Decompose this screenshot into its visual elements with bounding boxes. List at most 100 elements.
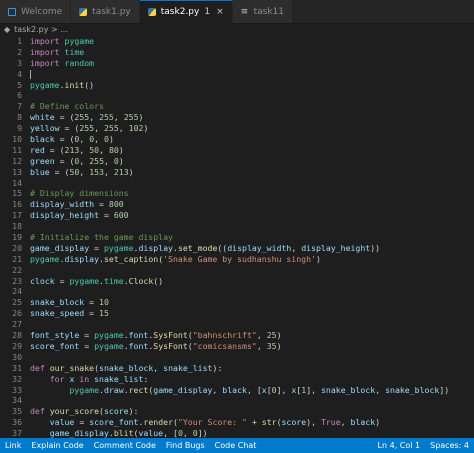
problem-count-badge: 1 (204, 7, 211, 17)
code-line[interactable]: 16 display_width = 800 (0, 199, 474, 210)
line-number: 2 (17, 46, 22, 57)
line-number: 9 (17, 123, 22, 134)
code-line[interactable]: 30 (0, 352, 474, 363)
line-number: 27 (12, 319, 22, 330)
code-line[interactable]: 1 import pygame (0, 36, 474, 47)
code-line[interactable]: 13 blue = (50, 153, 213) (0, 167, 474, 178)
line-number: 12 (12, 155, 22, 166)
code-text: score_font = pygame.font.SysFont("comics… (30, 340, 282, 351)
line-number: 4 (17, 68, 22, 79)
code-line[interactable]: 9 yellow = (255, 255, 102) (0, 123, 474, 134)
code-line[interactable]: 25 snake_block = 10 (0, 297, 474, 308)
code-line[interactable]: 31 def our_snake(snake_block, snake_list)… (0, 363, 474, 374)
close-icon[interactable]: × (216, 7, 224, 17)
code-text: # Initialize the game display (30, 232, 173, 243)
line-number: 26 (12, 308, 22, 319)
comment-code-button[interactable]: Comment Code (89, 441, 161, 450)
tab-label: task2.py (160, 7, 200, 17)
code-text: game_display.blit(value, [0, 0]) (49, 428, 208, 438)
code-line[interactable]: 8 white = (255, 255, 255) (0, 112, 474, 123)
find-bugs-button[interactable]: Find Bugs (161, 441, 210, 450)
code-line[interactable]: 26 snake_speed = 15 (0, 308, 474, 319)
code-line[interactable]: 28 font_style = pygame.font.SysFont("bahn… (0, 330, 474, 341)
code-text: snake_block = 10 (30, 297, 109, 308)
code-line[interactable]: 20 game_display = pygame.display.set_mode… (0, 243, 474, 254)
line-number: 8 (17, 112, 22, 123)
code-line[interactable]: 4 (0, 69, 474, 80)
tab-bar: Welcome task1.py task2.py 1 × ≡ task11 (0, 0, 474, 24)
python-icon (79, 7, 88, 16)
tab-task1[interactable]: task1.py (71, 0, 140, 23)
cursor-position[interactable]: Ln 4, Col 1 (373, 441, 426, 450)
code-editor[interactable]: 1 import pygame 2 import time 3 import random… (0, 36, 474, 438)
code-line[interactable]: 3 import random (0, 58, 474, 69)
code-text (30, 69, 31, 80)
line-number: 10 (12, 134, 22, 145)
code-line[interactable]: 35 def your_score(score): (0, 406, 474, 417)
code-line[interactable]: 17 display_height = 600 (0, 210, 474, 221)
code-line[interactable]: 21 pygame.display.set_caption('Snake Game… (0, 254, 474, 265)
indentation-setting[interactable]: Spaces: 4 (425, 441, 474, 450)
code-text: font_style = pygame.font.SysFont("bahnsc… (30, 330, 282, 341)
code-line[interactable]: 5 pygame.init() (0, 80, 474, 91)
code-text: snake_speed = 15 (30, 308, 109, 319)
code-text: display_height = 600 (30, 210, 129, 221)
code-text: pygame.display.set_caption('Snake Game b… (30, 253, 321, 264)
line-number: 17 (12, 210, 22, 221)
code-line[interactable]: 15 # Display dimensions (0, 188, 474, 199)
code-line[interactable]: 2 import time (0, 47, 474, 58)
code-text: yellow = (255, 255, 102) (30, 123, 149, 134)
line-number: 15 (12, 188, 22, 199)
code-line[interactable]: 34 (0, 395, 474, 406)
code-line[interactable]: 33 pygame.draw.rect(game_display, black,… (0, 385, 474, 396)
line-number: 29 (12, 340, 22, 351)
code-line[interactable]: 7 # Define colors (0, 101, 474, 112)
tab-task2[interactable]: task2.py 1 × (139, 0, 233, 23)
vscode-icon (8, 7, 16, 16)
code-line[interactable]: 18 (0, 221, 474, 232)
code-text: clock = pygame.time.Clock() (30, 275, 164, 286)
code-line[interactable]: 22 (0, 265, 474, 276)
line-number: 11 (12, 144, 22, 155)
line-number: 25 (12, 297, 22, 308)
code-line[interactable]: 12 green = (0, 255, 0) (0, 156, 474, 167)
status-bar: Link Explain Code Comment Code Find Bugs… (0, 438, 474, 453)
breadcrumb[interactable]: ◆ task2.py > ... (0, 23, 474, 36)
line-number: 21 (12, 253, 22, 264)
code-line[interactable]: 24 (0, 286, 474, 297)
line-number: 31 (12, 362, 22, 373)
line-number: 35 (12, 406, 22, 417)
tab-welcome[interactable]: Welcome (0, 0, 72, 23)
code-line[interactable]: 10 black = (0, 0, 0) (0, 134, 474, 145)
code-line[interactable]: 27 (0, 319, 474, 330)
line-number: 1 (17, 36, 22, 46)
status-link[interactable]: Link (0, 441, 26, 450)
line-number: 16 (12, 199, 22, 210)
code-line[interactable]: 6 (0, 90, 474, 101)
explain-code-button[interactable]: Explain Code (26, 441, 88, 450)
code-line[interactable]: 37 game_display.blit(value, [0, 0]) (0, 428, 474, 438)
code-text: for x in snake_list: (49, 373, 149, 384)
line-number: 3 (17, 57, 22, 68)
code-text: import random (30, 57, 95, 68)
tab-task11[interactable]: ≡ task11 (232, 0, 294, 23)
code-line[interactable]: 29 score_font = pygame.font.SysFont("comi… (0, 341, 474, 352)
code-line[interactable]: 14 (0, 178, 474, 189)
file-icon: ≡ (240, 6, 249, 17)
line-number: 24 (12, 286, 22, 297)
code-line[interactable]: 23 clock = pygame.time.Clock() (0, 276, 474, 287)
line-number: 36 (12, 417, 22, 428)
code-line[interactable]: 19 # Initialize the game display (0, 232, 474, 243)
line-number: 32 (12, 373, 22, 384)
tab-label: task1.py (92, 6, 131, 17)
code-line[interactable]: 36 value = score_font.render("Your Score… (0, 417, 474, 428)
line-number: 5 (17, 79, 22, 90)
code-text: game_display = pygame.display.set_mode((… (30, 242, 381, 253)
code-line[interactable]: 32 for x in snake_list: (0, 374, 474, 385)
tab-label: Welcome (21, 6, 63, 17)
line-number: 18 (12, 221, 22, 232)
code-line[interactable]: 11 red = (213, 50, 80) (0, 145, 474, 156)
code-text: display_width = 800 (30, 199, 124, 210)
code-chat-button[interactable]: Code Chat (210, 441, 262, 450)
line-number: 22 (12, 264, 22, 275)
